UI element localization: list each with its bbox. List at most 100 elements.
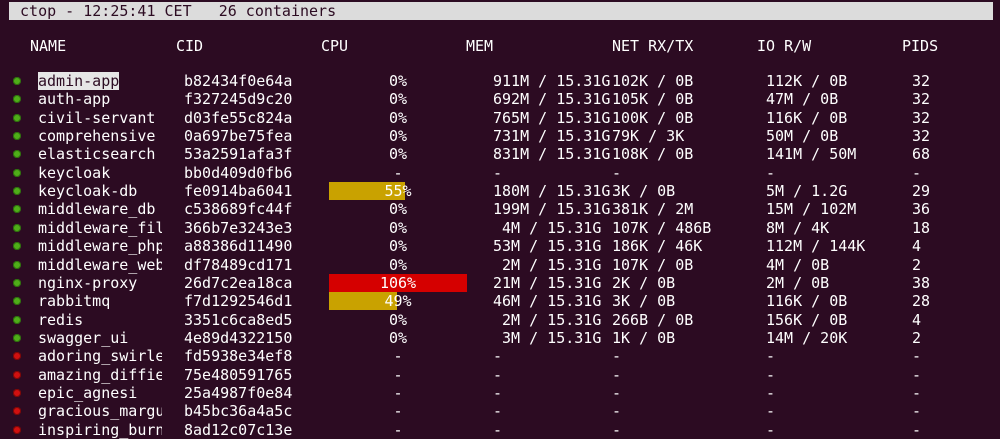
container-row[interactable]: adoring_swirles fd5938e34ef8 - - - - - — [0, 347, 1000, 365]
container-name[interactable]: adoring_swirles — [38, 347, 162, 365]
memory-usage: 731M / 15.31G — [493, 127, 611, 146]
cpu-percent: 0% — [388, 200, 408, 219]
container-row[interactable]: epic_agnesi 25a4987f0e84 - - - - - — [0, 384, 1000, 402]
network-rx-tx: 108K / 0B — [612, 145, 694, 164]
container-row[interactable]: redis 3351c6ca8ed5 0% 2M / 15.31G 266B / 0B… — [0, 311, 1000, 329]
cpu-percent: 0% — [388, 127, 408, 146]
pid-count: 32 — [912, 72, 931, 90]
network-rx-tx: 3K / 0B — [612, 182, 676, 201]
pid-count: - — [912, 420, 922, 439]
network-rx-tx: 3K / 0B — [612, 292, 676, 311]
container-name[interactable]: keycloak — [38, 164, 162, 182]
container-name[interactable]: inspiring_burn… — [38, 421, 162, 439]
running-dot-icon — [13, 168, 21, 177]
container-name[interactable]: middleware_db — [38, 200, 162, 218]
container-row[interactable]: admin-app b82434f0e64a 0% 911M / 15.31G 102K… — [0, 72, 1000, 90]
container-name[interactable]: middleware_fil… — [38, 219, 162, 237]
column-header-cpu[interactable]: CPU — [321, 36, 348, 56]
title-bar: ctop - 12:25:41 CET 26 containers — [9, 2, 993, 20]
running-dot-icon — [13, 187, 21, 196]
container-name[interactable]: auth-app — [38, 90, 162, 108]
container-row[interactable]: auth-app f327245d9c20 0% 692M / 15.31G 105K … — [0, 90, 1000, 108]
container-id: 25a4987f0e84 — [184, 383, 293, 402]
cpu-gauge: - — [329, 347, 467, 365]
memory-usage: 3M / 15.31G — [493, 328, 602, 347]
cpu-percent: 0% — [388, 328, 408, 347]
cpu-percent: 0% — [388, 255, 408, 274]
container-row[interactable]: nginx-proxy 26d7c2ea18ca 106% 21M / 15.31G 2… — [0, 273, 1000, 292]
container-id: 3351c6ca8ed5 — [184, 310, 293, 329]
column-header-mem[interactable]: MEM — [466, 36, 493, 56]
stopped-dot-icon — [13, 388, 21, 397]
container-row[interactable]: middleware_fil… 366b7e3243e3 0% 4M / 15.31… — [0, 219, 1000, 237]
memory-usage: 911M / 15.31G — [493, 72, 611, 90]
column-header-pids[interactable]: PIDS — [902, 36, 938, 56]
column-header-io[interactable]: IO R/W — [757, 36, 811, 56]
container-row[interactable]: rabbitmq f7d1292546d1 49% 46M / 15.31G 3K / … — [0, 292, 1000, 311]
container-name[interactable]: rabbitmq — [38, 292, 162, 310]
container-id: d03fe55c824a — [184, 108, 293, 127]
container-row[interactable]: middleware_db c538689fc44f 0% 199M / 15.31G… — [0, 200, 1000, 218]
container-id: bb0d409d0fb6 — [184, 163, 293, 182]
network-rx-tx: - — [612, 347, 622, 366]
container-row[interactable]: gracious_margu… b45bc36a4a5c - - - - - — [0, 402, 1000, 420]
stopped-dot-icon — [13, 407, 21, 416]
cpu-percent: 0% — [388, 237, 408, 256]
cpu-gauge: 0% — [329, 256, 467, 274]
container-row[interactable]: middleware_web df78489cd171 0% 2M / 15.31G… — [0, 256, 1000, 274]
memory-usage: - — [493, 163, 503, 182]
container-row[interactable]: amazing_diffie 75e480591765 - - - - - — [0, 366, 1000, 384]
container-name[interactable]: amazing_diffie — [38, 366, 162, 384]
cpu-gauge: 55% — [329, 182, 467, 201]
container-name[interactable]: swagger_ui — [38, 329, 162, 347]
container-name[interactable]: elasticsearch — [38, 145, 162, 163]
network-rx-tx: - — [612, 402, 622, 421]
container-row[interactable]: middleware_php a88386d11490 0% 53M / 15.31G… — [0, 237, 1000, 255]
running-dot-icon — [13, 315, 21, 324]
memory-usage: - — [493, 402, 503, 421]
container-name[interactable]: nginx-proxy — [38, 274, 162, 292]
container-name[interactable]: middleware_web — [38, 256, 162, 274]
memory-usage: 199M / 15.31G — [493, 200, 611, 219]
memory-usage: 2M / 15.31G — [493, 310, 602, 329]
container-row[interactable]: comprehensive 0a697be75fea 0% 731M / 15.31G… — [0, 127, 1000, 145]
container-id: 26d7c2ea18ca — [184, 273, 293, 292]
io-read-write: 50M / 0B — [766, 127, 839, 146]
column-header-name[interactable]: NAME — [30, 36, 66, 56]
cpu-percent: 0% — [388, 145, 408, 164]
pid-count: 32 — [912, 90, 931, 109]
memory-usage: 4M / 15.31G — [493, 218, 602, 237]
container-row[interactable]: civil-servant d03fe55c824a 0% 765M / 15.31G… — [0, 109, 1000, 127]
container-row[interactable]: swagger_ui 4e89d4322150 0% 3M / 15.31G 1K /… — [0, 329, 1000, 347]
network-rx-tx: - — [612, 420, 622, 439]
memory-usage: - — [493, 365, 503, 384]
container-name[interactable]: epic_agnesi — [38, 384, 162, 402]
pid-count: 29 — [912, 182, 931, 201]
cpu-gauge: - — [329, 402, 467, 420]
io-read-write: 141M / 50M — [766, 145, 857, 164]
column-header-cid[interactable]: CID — [176, 36, 203, 56]
container-name[interactable]: gracious_margu… — [38, 402, 162, 420]
container-name[interactable]: admin-app — [38, 72, 120, 90]
io-read-write: 14M / 20K — [766, 328, 848, 347]
container-name[interactable]: comprehensive — [38, 127, 162, 145]
cpu-percent: - — [393, 420, 403, 439]
column-header-net[interactable]: NET RX/TX — [612, 36, 693, 56]
container-row[interactable]: inspiring_burn… 8ad12c07c13e - - - - - — [0, 421, 1000, 439]
network-rx-tx: 102K / 0B — [612, 72, 694, 90]
container-row[interactable]: elasticsearch 53a2591afa3f 0% 831M / 15.31G… — [0, 145, 1000, 163]
io-read-write: - — [766, 402, 776, 421]
running-dot-icon — [13, 77, 21, 85]
container-row[interactable]: keycloak bb0d409d0fb6 - - - - - — [0, 164, 1000, 182]
running-dot-icon — [13, 150, 21, 159]
container-row[interactable]: keycloak-db fe0914ba6041 55% 180M / 15.31G 3… — [0, 182, 1000, 201]
container-name[interactable]: keycloak-db — [38, 182, 162, 200]
cpu-gauge: 106% — [329, 273, 467, 292]
container-id: b45bc36a4a5c — [184, 402, 293, 421]
container-name[interactable]: middleware_php — [38, 237, 162, 255]
container-name[interactable]: redis — [38, 311, 162, 329]
container-name[interactable]: civil-servant — [38, 109, 162, 127]
memory-usage: - — [493, 347, 503, 366]
container-id: f7d1292546d1 — [184, 292, 293, 311]
pid-count: - — [912, 163, 922, 182]
